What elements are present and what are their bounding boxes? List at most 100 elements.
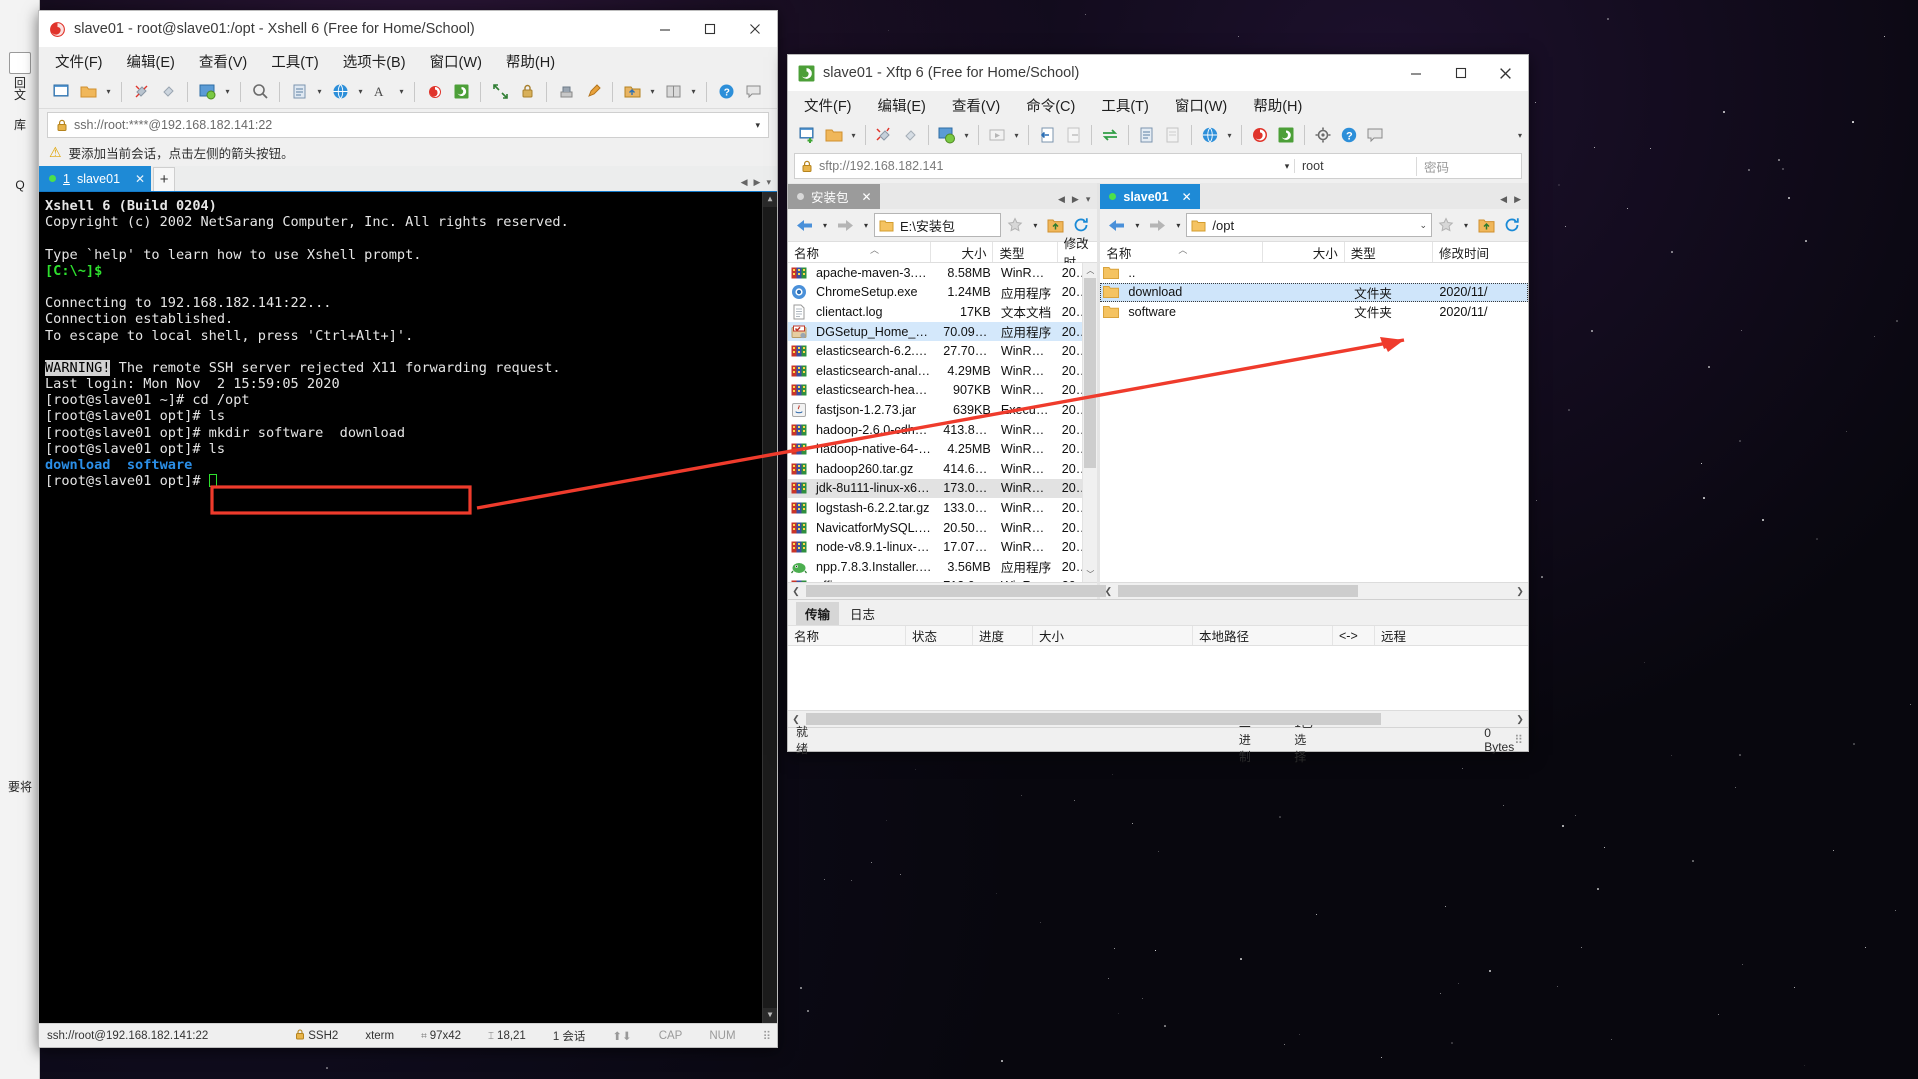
file-row[interactable]: software 文件夹 2020/11/ — [1100, 302, 1528, 322]
local-column-date[interactable]: 修改时 — [1058, 237, 1098, 270]
chevron-left-icon[interactable]: ◀ — [1058, 194, 1065, 205]
lock-session-icon[interactable] — [515, 80, 539, 104]
new-session-icon[interactable] — [796, 123, 820, 147]
scroll-left-icon[interactable]: ❮ — [788, 586, 804, 597]
fullscreen-icon[interactable] — [488, 80, 512, 104]
remote-tab-nav[interactable]: ◀ ▶ — [1500, 194, 1528, 209]
transfer-column-direction[interactable]: <-> — [1333, 626, 1375, 645]
tab-list-icon[interactable]: ▾ — [1086, 194, 1091, 205]
reconnect-icon[interactable] — [156, 80, 180, 104]
chevron-left-icon[interactable]: ◀ — [741, 177, 748, 188]
chevron-left-icon[interactable]: ◀ — [1500, 194, 1507, 205]
remote-horizontal-scrollbar[interactable]: ❮ ❯ — [1100, 582, 1528, 599]
xshell-address-bar[interactable]: ssh://root:****@192.168.182.141:22 ▾ — [47, 112, 769, 138]
xftp-maximize-button[interactable] — [1438, 55, 1483, 91]
menu-tools[interactable]: 工具(T) — [1099, 93, 1151, 118]
desktop-icon-2[interactable]: 文 — [4, 88, 36, 102]
file-row[interactable]: clientact.log 17KB 文本文档 2020, — [788, 302, 1097, 322]
globe-icon[interactable] — [328, 80, 352, 104]
local-horizontal-scrollbar[interactable]: ❮ ❯ — [788, 582, 1106, 599]
transfer-column-remote[interactable]: 远程 — [1375, 626, 1412, 645]
open-folder-icon[interactable] — [76, 80, 100, 104]
globe-icon[interactable] — [1198, 123, 1222, 147]
xftp-url-field[interactable]: sftp://192.168.182.141 — [795, 159, 1280, 173]
local-path-box[interactable]: E:\安装包 — [874, 213, 1002, 237]
open-folder-caret-icon[interactable]: ▾ — [103, 80, 114, 104]
arrow-right-icon[interactable] — [1145, 213, 1170, 237]
xftp-link-icon[interactable] — [449, 80, 473, 104]
highlight-icon[interactable] — [581, 80, 605, 104]
file-row[interactable]: NavicatforMySQL.zip20.50MBWinRAR Z...202… — [788, 518, 1097, 538]
folder-up-icon[interactable] — [1474, 213, 1498, 237]
new-session-icon[interactable] — [49, 80, 73, 104]
file-row[interactable]: fastjson-1.2.73.jar639KBExecutabl...2020… — [788, 400, 1097, 420]
transfer-tabs[interactable]: 传输 日志 — [788, 600, 1528, 625]
scroll-down-icon[interactable]: ▼ — [763, 1008, 777, 1023]
session-properties-icon[interactable] — [195, 80, 219, 104]
local-column-size[interactable]: 大小 — [931, 242, 994, 262]
menu-command[interactable]: 命令(C) — [1024, 93, 1077, 118]
arrow-left-icon[interactable] — [792, 213, 817, 237]
refresh-icon[interactable] — [1500, 213, 1524, 237]
scroll-right-icon[interactable]: ❯ — [1512, 586, 1528, 597]
close-icon[interactable]: ✕ — [862, 190, 872, 204]
xshell-link-icon[interactable] — [422, 80, 446, 104]
arrow-right-icon[interactable] — [833, 213, 858, 237]
back-history-caret-icon[interactable]: ▾ — [1131, 213, 1143, 237]
file-row[interactable]: hadoop-2.6.0-cdh5....413.80MBWinRAR ...2… — [788, 420, 1097, 440]
tab-log[interactable]: 日志 — [841, 602, 884, 625]
xftp-address-bar[interactable]: sftp://192.168.182.141 ▾ root 密码 — [794, 153, 1522, 179]
transfer-list-header[interactable]: 名称 状态 进度 大小 本地路径 <-> 远程 — [788, 625, 1528, 646]
new-tab-button[interactable]: + — [153, 167, 176, 191]
remote-file-list[interactable]: .. download 文件夹 2020/11/software 文件夹 2020/11/ — [1100, 263, 1528, 582]
chevron-right-icon[interactable]: ▶ — [1514, 194, 1521, 205]
desktop-icon-4[interactable]: Q — [4, 178, 36, 192]
paste-caret-icon[interactable]: ▾ — [314, 80, 325, 104]
feedback-icon[interactable] — [741, 80, 765, 104]
local-file-list[interactable]: apache-maven-3.5....8.58MBWinRAR Z...202… — [788, 263, 1098, 582]
menu-view[interactable]: 查看(V) — [950, 93, 1002, 118]
transfer-left-icon[interactable] — [1035, 123, 1059, 147]
forward-history-caret-icon[interactable]: ▾ — [860, 213, 872, 237]
xshell-link-icon[interactable] — [1248, 123, 1272, 147]
desktop-icon-5[interactable]: 要将 — [4, 780, 36, 794]
local-hscroll-track[interactable] — [804, 585, 1106, 597]
chevron-right-icon[interactable]: ▶ — [754, 177, 761, 188]
xftp-link-icon[interactable] — [1274, 123, 1298, 147]
transfer-hscroll-track[interactable] — [804, 713, 1512, 725]
remote-column-date[interactable]: 修改时间 — [1433, 242, 1528, 262]
menu-file[interactable]: 文件(F) — [802, 93, 854, 118]
xftp-window[interactable]: slave01 - Xftp 6 (Free for Home/School) … — [787, 54, 1529, 764]
disconnect-icon[interactable] — [129, 80, 153, 104]
xftp-password-field[interactable]: 密码 — [1416, 156, 1521, 176]
chevron-down-icon[interactable]: ⌄ — [1419, 220, 1427, 231]
menu-window[interactable]: 窗口(W) — [1173, 93, 1229, 118]
session-properties-caret-icon[interactable]: ▾ — [961, 123, 972, 147]
xshell-close-button[interactable] — [732, 11, 777, 47]
sync-transfer-icon[interactable] — [1098, 123, 1122, 147]
desktop-icon-1[interactable]: 回 — [4, 52, 36, 90]
file-row[interactable]: hadoop260.tar.gz414.68MBWinRAR ...2020, — [788, 459, 1097, 479]
xshell-tab-nav[interactable]: ◀ ▶ ▾ — [741, 177, 777, 191]
file-row[interactable]: hadoop-native-64-2...4.25MBWinRAR ...202… — [788, 439, 1097, 459]
menu-edit[interactable]: 编辑(E) — [125, 49, 177, 74]
transfer-column-status[interactable]: 状态 — [906, 626, 973, 645]
file-row[interactable]: logstash-6.2.2.tar.gz133.00MBWinRAR ...2… — [788, 498, 1097, 518]
xshell-minimize-button[interactable] — [642, 11, 687, 47]
file-row[interactable]: elasticsearch-analys... 4.29MB WinRAR Z...… — [788, 361, 1097, 381]
xshell-window[interactable]: slave01 - root@slave01:/opt - Xshell 6 (… — [38, 10, 778, 1048]
local-list-header[interactable]: ︿ 名称 大小 类型 修改时 — [788, 237, 1098, 270]
terminal-scrollbar[interactable]: ▲ ▼ — [762, 192, 777, 1023]
open-folder-caret-icon[interactable]: ▾ — [848, 123, 859, 147]
file-row[interactable]: office.rar713.03MBWinRAR ...2020, — [788, 577, 1097, 582]
transfer-right-icon[interactable] — [1061, 123, 1085, 147]
remote-pane-tabs[interactable]: slave01 ✕ ◀ ▶ — [1100, 183, 1528, 209]
session-properties-icon[interactable] — [935, 123, 959, 147]
arrow-left-icon[interactable] — [1104, 213, 1129, 237]
menu-file[interactable]: 文件(F) — [53, 49, 105, 74]
xftp-menubar[interactable]: 文件(F) 编辑(E) 查看(V) 命令(C) 工具(T) 窗口(W) 帮助(H… — [788, 91, 1528, 119]
xshell-tab-slave01[interactable]: 1 slave01 ✕ — [39, 166, 152, 191]
forward-history-caret-icon[interactable]: ▾ — [1172, 213, 1184, 237]
favorite-caret-icon[interactable]: ▾ — [1029, 213, 1041, 237]
file-row[interactable]: node-v8.9.1-linux-x...17.07MBWinRAR ...2… — [788, 537, 1097, 557]
